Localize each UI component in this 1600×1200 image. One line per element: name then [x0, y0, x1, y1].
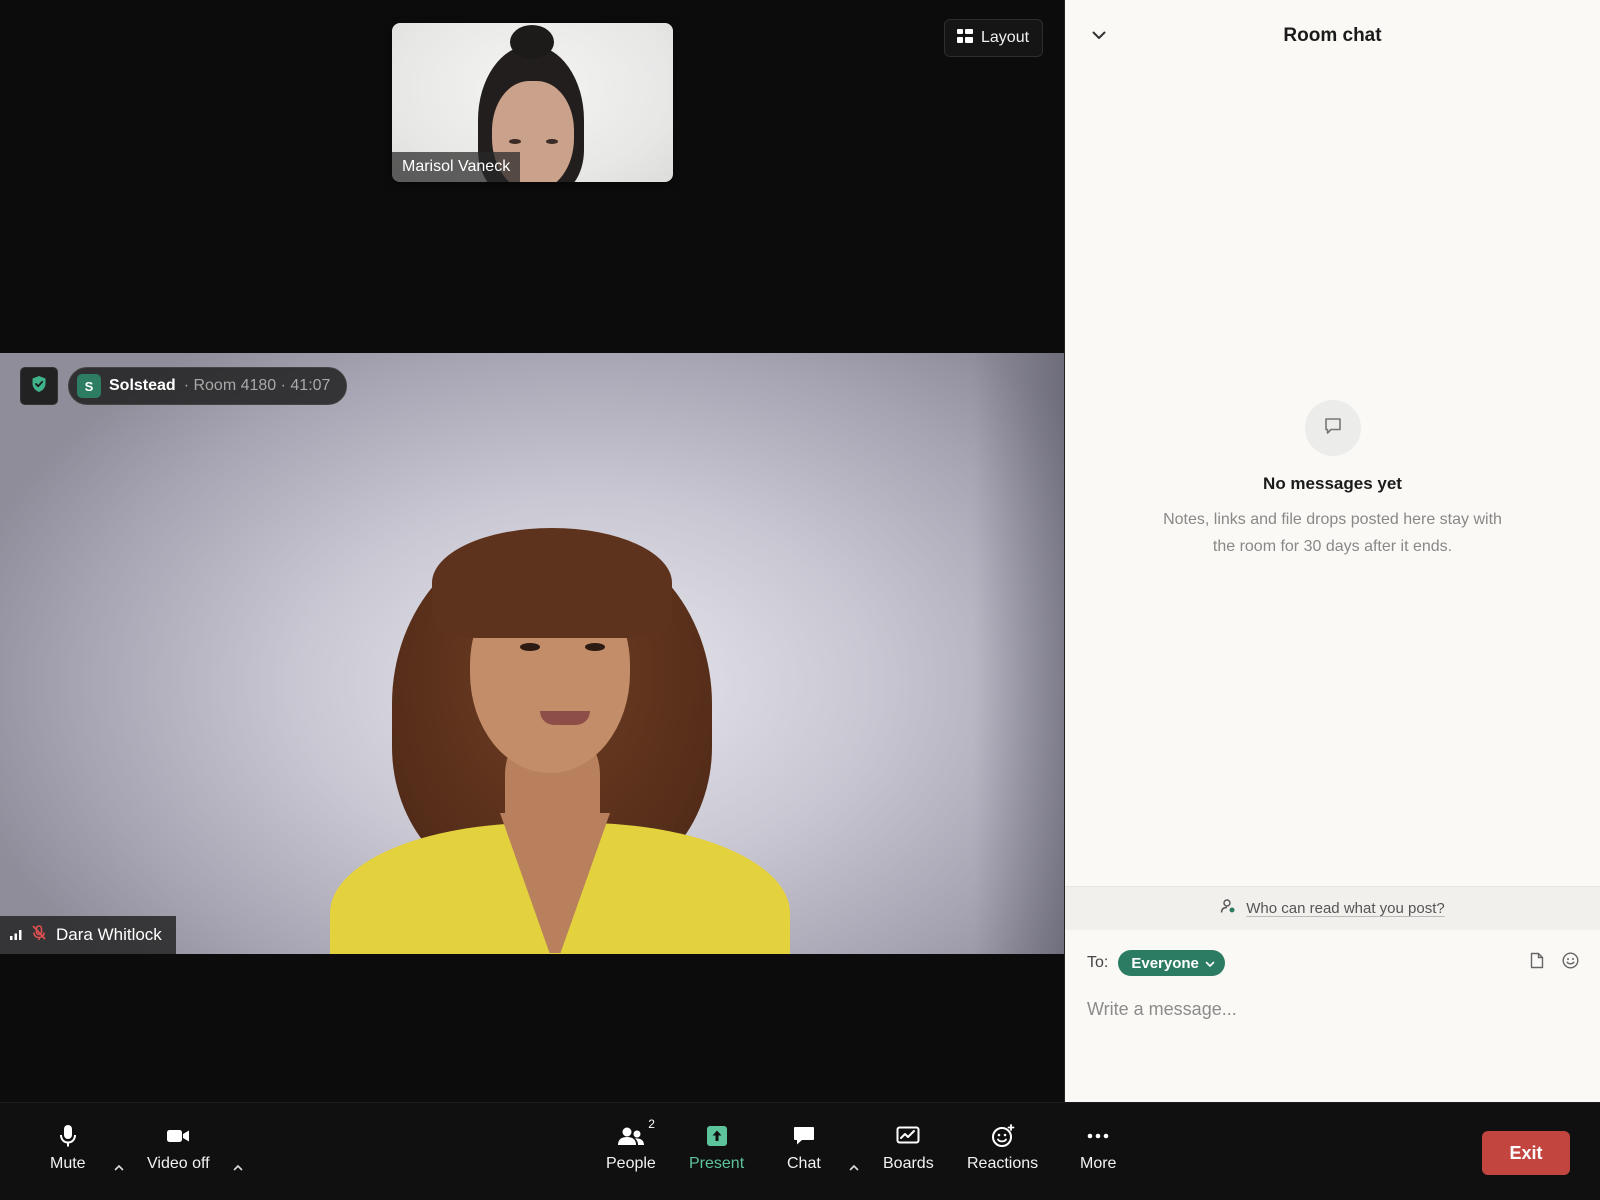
- people-count: 2: [648, 1117, 655, 1131]
- security-shield-button[interactable]: [20, 367, 58, 405]
- chevron-up-icon: [233, 1158, 243, 1176]
- chat-header: Room chat: [1065, 0, 1600, 72]
- vignette: [974, 353, 1064, 954]
- participant-eye: [509, 139, 521, 144]
- mute-label: Mute: [50, 1155, 86, 1172]
- room-details: · Room 4180 · 41:07: [183, 377, 331, 394]
- boards-button[interactable]: Boards: [883, 1123, 934, 1173]
- people-button[interactable]: 2 People: [606, 1117, 656, 1173]
- video-label: Video off: [147, 1155, 210, 1172]
- layout-label: Layout: [981, 29, 1030, 46]
- attach-file-icon[interactable]: [1530, 952, 1544, 974]
- people-icon: 2: [617, 1117, 655, 1149]
- recipient-value: Everyone: [1131, 954, 1199, 972]
- mic-muted-icon: [32, 924, 46, 946]
- grid-icon: [957, 28, 973, 48]
- meeting-app: Marisol Vaneck Layout S Solstead · Room …: [0, 0, 1600, 1200]
- org-avatar: S: [77, 374, 101, 398]
- reactions-button[interactable]: Reactions: [967, 1123, 1038, 1173]
- participant-eye: [546, 139, 558, 144]
- empty-state: No messages yet Notes, links and file dr…: [1065, 400, 1600, 560]
- thumbnail-name-tag: Marisol Vaneck: [392, 152, 521, 182]
- chat-label: Chat: [787, 1155, 821, 1172]
- chat-button[interactable]: Chat: [787, 1123, 821, 1173]
- meeting-toolbar: Mute Video off 2 People Present Chat Boa…: [0, 1102, 1600, 1200]
- present-icon: [706, 1123, 728, 1149]
- emoji-plus-icon: [991, 1123, 1015, 1149]
- message-input[interactable]: [1087, 994, 1579, 1024]
- video-toggle-button[interactable]: Video off: [147, 1123, 210, 1173]
- recipient-row: To: Everyone: [1087, 950, 1579, 976]
- speaker-bangs: [432, 528, 672, 638]
- more-label: More: [1080, 1155, 1117, 1172]
- chevron-down-icon: [1092, 27, 1106, 45]
- more-button[interactable]: More: [1080, 1123, 1116, 1173]
- privacy-link[interactable]: Who can read what you post?: [1246, 900, 1444, 917]
- empty-description: Notes, links and file drops posted here …: [1163, 511, 1502, 555]
- reactions-label: Reactions: [967, 1155, 1039, 1172]
- video-camera-icon: [166, 1123, 190, 1149]
- mute-button[interactable]: Mute: [50, 1123, 86, 1173]
- person-lock-icon: [1220, 898, 1236, 919]
- chevron-down-icon: [1205, 955, 1215, 972]
- recipient-select[interactable]: Everyone: [1118, 950, 1225, 976]
- video-stage: Marisol Vaneck Layout S Solstead · Room …: [0, 0, 1064, 1102]
- chat-bubble-icon: [793, 1123, 815, 1149]
- speaker-eye: [585, 643, 605, 651]
- shield-check-icon: [31, 375, 47, 398]
- chat-options-caret[interactable]: [846, 1161, 862, 1173]
- whiteboard-icon: [896, 1123, 920, 1149]
- layout-button[interactable]: Layout: [944, 19, 1044, 57]
- chat-panel: Room chat No messages yet Notes, links a…: [1064, 0, 1600, 1102]
- collapse-chat-button[interactable]: [1087, 24, 1111, 48]
- more-dots-icon: [1087, 1123, 1109, 1149]
- exit-button[interactable]: Exit: [1482, 1131, 1570, 1175]
- present-button[interactable]: Present: [689, 1123, 744, 1173]
- emoji-icon[interactable]: [1562, 952, 1579, 974]
- chat-bubble-icon: [1323, 416, 1343, 441]
- audio-options-caret[interactable]: [111, 1161, 127, 1173]
- people-label: People: [606, 1155, 656, 1172]
- privacy-bar: Who can read what you post?: [1065, 886, 1600, 930]
- to-label: To:: [1087, 954, 1109, 971]
- active-speaker-video[interactable]: S Solstead · Room 4180 · 41:07 Dara Whit…: [0, 353, 1064, 954]
- room-info: S Solstead · Room 4180 · 41:07: [20, 367, 348, 405]
- composer-tools: [1530, 952, 1579, 974]
- speaker-name-tag: Dara Whitlock: [0, 916, 176, 954]
- speaker-name: Dara Whitlock: [56, 925, 162, 944]
- chevron-up-icon: [849, 1158, 859, 1176]
- present-label: Present: [689, 1155, 745, 1172]
- chevron-up-icon: [114, 1158, 124, 1176]
- empty-title: No messages yet: [1263, 474, 1402, 493]
- speaker-eye: [520, 643, 540, 651]
- boards-label: Boards: [883, 1155, 934, 1172]
- signal-strength-icon: [10, 925, 22, 945]
- org-name: Solstead: [109, 377, 176, 394]
- room-pill[interactable]: S Solstead · Room 4180 · 41:07: [68, 367, 348, 405]
- video-options-caret[interactable]: [230, 1161, 246, 1173]
- speaker-mouth: [540, 711, 590, 725]
- participant-hair-bun: [510, 25, 554, 59]
- microphone-icon: [59, 1123, 77, 1149]
- empty-bubble: [1304, 400, 1361, 456]
- chat-title: Room chat: [1283, 25, 1382, 46]
- participant-thumbnail[interactable]: Marisol Vaneck: [392, 23, 673, 182]
